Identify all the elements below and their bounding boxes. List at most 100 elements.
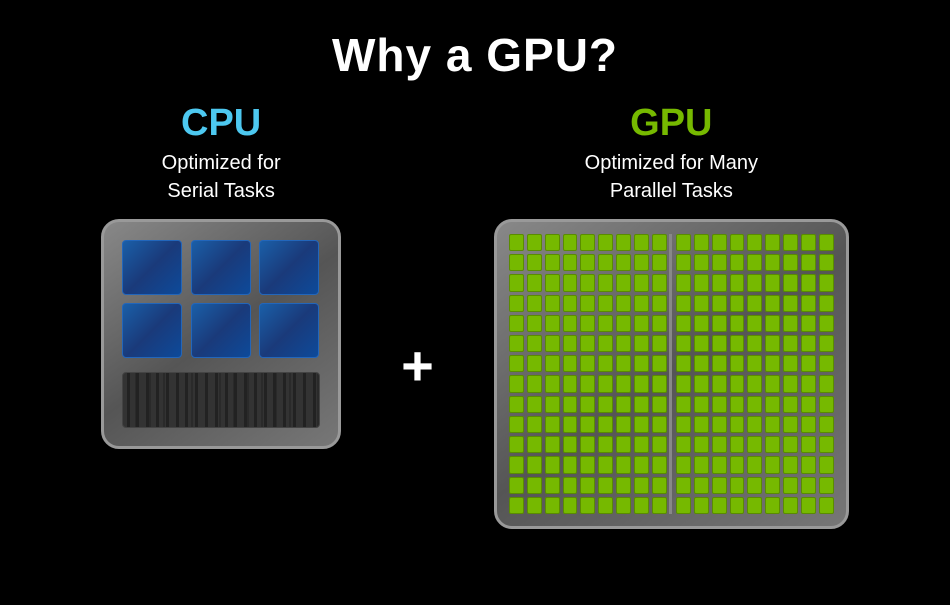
gpu-core bbox=[801, 497, 816, 514]
gpu-core bbox=[634, 274, 649, 291]
gpu-core bbox=[747, 436, 762, 453]
gpu-core bbox=[545, 274, 560, 291]
gpu-core bbox=[545, 456, 560, 473]
gpu-core bbox=[765, 456, 780, 473]
gpu-core bbox=[712, 416, 727, 433]
gpu-core bbox=[730, 274, 745, 291]
gpu-core bbox=[747, 355, 762, 372]
gpu-chip-diagram bbox=[494, 219, 849, 529]
gpu-core bbox=[652, 295, 667, 312]
gpu-core bbox=[801, 396, 816, 413]
gpu-core bbox=[634, 355, 649, 372]
gpu-core bbox=[652, 375, 667, 392]
gpu-core bbox=[598, 315, 613, 332]
gpu-core bbox=[765, 315, 780, 332]
gpu-core bbox=[730, 416, 745, 433]
gpu-core bbox=[527, 497, 542, 514]
gpu-core bbox=[580, 274, 595, 291]
cpu-chip-diagram bbox=[101, 219, 341, 449]
gpu-core bbox=[563, 477, 578, 494]
gpu-core bbox=[527, 295, 542, 312]
gpu-core bbox=[730, 335, 745, 352]
gpu-core bbox=[598, 355, 613, 372]
gpu-core bbox=[712, 274, 727, 291]
gpu-core bbox=[527, 254, 542, 271]
gpu-core bbox=[801, 295, 816, 312]
gpu-core bbox=[694, 254, 709, 271]
gpu-core bbox=[598, 335, 613, 352]
gpu-core bbox=[712, 456, 727, 473]
gpu-core bbox=[616, 234, 631, 251]
gpu-core bbox=[747, 456, 762, 473]
gpu-core bbox=[676, 254, 691, 271]
gpu-core bbox=[545, 477, 560, 494]
gpu-core bbox=[819, 335, 834, 352]
gpu-core bbox=[694, 396, 709, 413]
gpu-core bbox=[765, 254, 780, 271]
gpu-core bbox=[545, 416, 560, 433]
gpu-core bbox=[801, 234, 816, 251]
gpu-core bbox=[783, 335, 798, 352]
gpu-core bbox=[634, 315, 649, 332]
plus-symbol: + bbox=[401, 333, 434, 398]
gpu-section-left bbox=[509, 234, 672, 514]
gpu-core bbox=[652, 315, 667, 332]
gpu-core bbox=[563, 274, 578, 291]
gpu-core bbox=[616, 335, 631, 352]
gpu-section: GPU Optimized for Many Parallel Tasks bbox=[494, 102, 849, 529]
gpu-core bbox=[616, 315, 631, 332]
gpu-core bbox=[694, 456, 709, 473]
gpu-core bbox=[801, 375, 816, 392]
gpu-core bbox=[819, 355, 834, 372]
gpu-core bbox=[527, 335, 542, 352]
gpu-core bbox=[563, 497, 578, 514]
gpu-core bbox=[509, 274, 524, 291]
gpu-core bbox=[801, 416, 816, 433]
cpu-cores-grid bbox=[114, 232, 328, 366]
gpu-core bbox=[616, 497, 631, 514]
gpu-core bbox=[676, 497, 691, 514]
gpu-core bbox=[712, 254, 727, 271]
gpu-core bbox=[747, 375, 762, 392]
gpu-core bbox=[563, 436, 578, 453]
gpu-core bbox=[509, 456, 524, 473]
gpu-core bbox=[598, 456, 613, 473]
gpu-core bbox=[765, 295, 780, 312]
cpu-section: CPU Optimized for Serial Tasks bbox=[101, 102, 341, 449]
gpu-core bbox=[819, 477, 834, 494]
gpu-core bbox=[634, 497, 649, 514]
gpu-core bbox=[634, 416, 649, 433]
gpu-label: GPU bbox=[630, 102, 712, 145]
gpu-core bbox=[634, 396, 649, 413]
gpu-core bbox=[801, 456, 816, 473]
gpu-core bbox=[634, 295, 649, 312]
gpu-core bbox=[747, 274, 762, 291]
gpu-core bbox=[747, 335, 762, 352]
gpu-core bbox=[676, 335, 691, 352]
gpu-core bbox=[652, 396, 667, 413]
gpu-core bbox=[634, 234, 649, 251]
gpu-core bbox=[694, 375, 709, 392]
gpu-core bbox=[616, 295, 631, 312]
gpu-core bbox=[580, 315, 595, 332]
gpu-core bbox=[676, 315, 691, 332]
gpu-core bbox=[580, 234, 595, 251]
gpu-core bbox=[652, 497, 667, 514]
gpu-core bbox=[712, 477, 727, 494]
cpu-core-2 bbox=[191, 240, 251, 295]
gpu-core bbox=[509, 355, 524, 372]
gpu-core bbox=[509, 396, 524, 413]
gpu-core bbox=[819, 295, 834, 312]
gpu-core bbox=[783, 355, 798, 372]
gpu-core bbox=[765, 375, 780, 392]
gpu-core bbox=[598, 477, 613, 494]
gpu-core bbox=[765, 335, 780, 352]
gpu-core bbox=[801, 274, 816, 291]
gpu-core bbox=[509, 436, 524, 453]
gpu-core bbox=[694, 234, 709, 251]
gpu-core bbox=[563, 254, 578, 271]
gpu-core bbox=[563, 335, 578, 352]
gpu-core bbox=[801, 355, 816, 372]
gpu-core bbox=[527, 375, 542, 392]
gpu-core bbox=[676, 436, 691, 453]
